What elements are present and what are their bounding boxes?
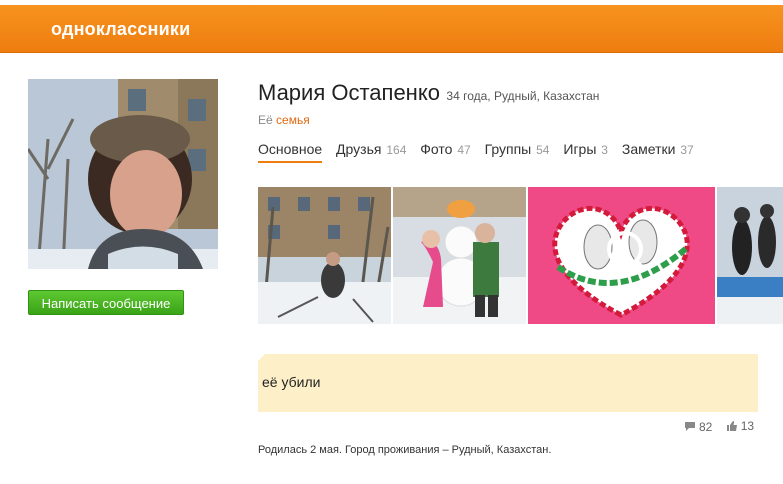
tab-label: Группы [484, 141, 532, 157]
profile-header: Мария Остапенко 34 года, Рудный, Казахст… [258, 80, 599, 106]
photo-thumbnail[interactable] [258, 187, 391, 324]
photo-thumbnail[interactable] [528, 187, 715, 324]
tab-count: 37 [680, 143, 694, 157]
family-prefix: Её [258, 113, 273, 127]
tab-count: 164 [386, 143, 407, 157]
family-line: Её семья [258, 113, 310, 127]
family-link[interactable]: семья [276, 113, 310, 127]
tab-count: 3 [601, 143, 608, 157]
tab-count: 47 [457, 143, 471, 157]
comment-icon [685, 422, 695, 431]
likes-counter[interactable]: 13 [726, 419, 754, 433]
status-stats: 82 13 [680, 419, 754, 435]
tab-label: Заметки [621, 141, 676, 157]
top-bar: одноклассники [0, 5, 783, 53]
status-post: её убили [257, 354, 758, 412]
profile-meta: 34 года, Рудный, Казахстан [446, 89, 600, 103]
profile-bio: Родилась 2 мая. Город проживания – Рудны… [258, 444, 552, 456]
tab-label: Фото [420, 141, 453, 157]
photo-thumbnail[interactable] [717, 187, 783, 324]
avatar[interactable] [28, 79, 218, 269]
tab-notes[interactable]: Заметки 37 [622, 141, 694, 161]
tab-label: Игры [563, 141, 597, 157]
send-message-button[interactable]: Написать сообщение [28, 290, 184, 315]
tab-label: Друзья [336, 141, 382, 157]
comments-counter[interactable]: 82 [684, 420, 712, 434]
avatar-photo [28, 79, 218, 269]
tab-count: 54 [536, 143, 550, 157]
site-logo[interactable]: одноклассники [51, 19, 190, 40]
profile-name: Мария Остапенко [258, 80, 440, 105]
likes-count: 13 [740, 419, 755, 433]
tab-photos[interactable]: Фото 47 [420, 141, 470, 161]
tab-groups[interactable]: Группы 54 [485, 141, 550, 161]
like-icon [726, 421, 737, 431]
tab-games[interactable]: Игры 3 [563, 141, 608, 161]
tab-main[interactable]: Основное [258, 141, 323, 163]
tab-friends[interactable]: Друзья 164 [336, 141, 406, 161]
status-text: её убили [262, 374, 321, 390]
tab-label: Основное [258, 141, 323, 157]
photo-strip [258, 187, 783, 324]
photo-thumbnail[interactable] [393, 187, 526, 324]
comments-count: 82 [699, 419, 713, 434]
profile-tabs: Основное Друзья 164 Фото 47 Группы 54 Иг… [258, 141, 704, 163]
